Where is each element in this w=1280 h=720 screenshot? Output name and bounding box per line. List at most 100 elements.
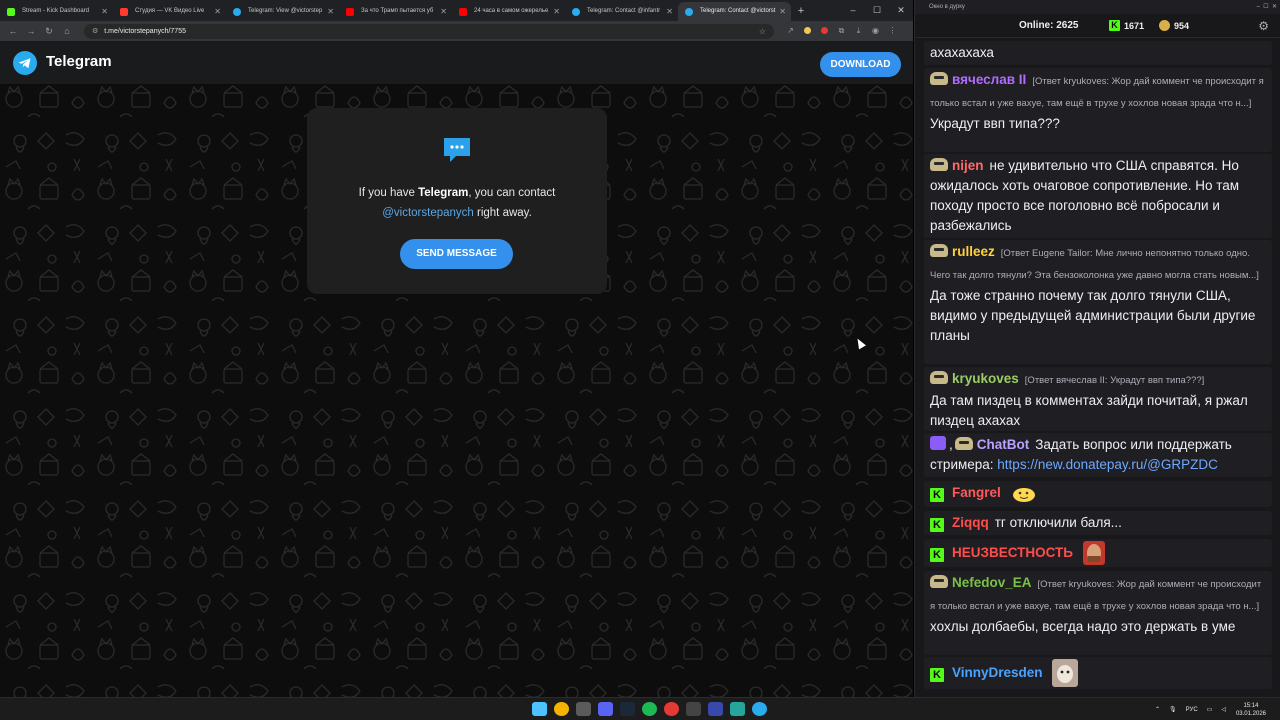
- tab-kick-dashboard[interactable]: Stream - Kick Dashboard ✕: [0, 2, 113, 21]
- kick-logo-icon: K: [1109, 20, 1120, 31]
- close-tab-icon[interactable]: ✕: [101, 2, 108, 21]
- new-tab-button[interactable]: +: [791, 2, 811, 21]
- browser-window: Stream - Kick Dashboard ✕ Студия — VK Ви…: [0, 0, 913, 697]
- app-gray-icon[interactable]: [686, 702, 701, 716]
- start-windows-icon[interactable]: [532, 702, 547, 716]
- telegram-taskbar-icon[interactable]: [752, 702, 767, 716]
- system-clock[interactable]: 15:14 03.01.2026: [1236, 702, 1266, 718]
- chat-username[interactable]: вячеслав II: [952, 72, 1026, 87]
- contact-text-prefix: If you have: [358, 187, 419, 199]
- toolbar-icons: ↗ ⧉ ⤓ ◉ ⋮: [782, 26, 901, 36]
- extension-yellow-icon[interactable]: [799, 26, 816, 36]
- coin-icon: [1159, 20, 1170, 31]
- close-window-button[interactable]: ✕: [889, 0, 913, 20]
- close-tab-icon[interactable]: ✕: [440, 2, 447, 21]
- back-arrow-icon[interactable]: ←: [4, 26, 22, 36]
- chat-message: rulleez [Ответ Eugene Tailor: Мне лично н…: [924, 240, 1272, 364]
- telegram-logo-icon[interactable]: [13, 51, 37, 75]
- kick-badge-icon: K: [930, 488, 944, 502]
- chat-username[interactable]: Ziqqq: [952, 515, 989, 530]
- network-icon[interactable]: ▭: [1207, 706, 1213, 713]
- spotify-icon[interactable]: [642, 702, 657, 716]
- chat-username[interactable]: rulleez: [952, 244, 995, 259]
- message-text: Да тоже странно почему так долго тянули …: [930, 288, 1256, 343]
- app-window-icon[interactable]: [576, 702, 591, 716]
- tab-telegram-contact-victorst[interactable]: Telegram: Contact @victorst ✕: [678, 2, 791, 21]
- app-blue-icon[interactable]: [708, 702, 723, 716]
- chat-window-controls[interactable]: – ☐ ✕: [1257, 0, 1277, 14]
- tab-telegram-view[interactable]: Telegram: View @victorstep ✕: [226, 2, 339, 21]
- close-tab-icon[interactable]: ✕: [553, 2, 560, 21]
- tab-vk-studio[interactable]: Студия — VK Видео Live ✕: [113, 2, 226, 21]
- chat-username[interactable]: НЕUЗВЕСТНОСТЬ: [952, 545, 1073, 560]
- telegram-web-page: Telegram DOWNLOAD If you have Telegram, …: [0, 41, 913, 697]
- download-icon[interactable]: ⤓: [850, 26, 867, 36]
- send-message-button[interactable]: SEND MESSAGE: [400, 239, 513, 269]
- window-controls: – ☐ ✕: [841, 0, 913, 20]
- subscriber-badge-icon: [930, 158, 948, 171]
- tray-chevron-icon[interactable]: ⌃: [1155, 706, 1160, 713]
- clock-time: 15:14: [1243, 702, 1259, 709]
- subscriber-badge-icon: [954, 437, 973, 450]
- chat-bubble-icon: [444, 138, 470, 162]
- telegram-favicon-icon: [233, 8, 241, 16]
- stream-chat-window: Окно в дурку – ☐ ✕ Online: 2625 K 1671 95…: [914, 0, 1280, 697]
- chrome-icon[interactable]: [554, 702, 569, 716]
- language-indicator[interactable]: РУС: [1186, 707, 1198, 713]
- tab-title: Студия — VK Видео Live: [135, 8, 205, 14]
- bookmark-star-icon[interactable]: ☆: [759, 24, 766, 39]
- profile-icon[interactable]: ◉: [867, 26, 884, 36]
- donation-link[interactable]: https://new.donatepay.ru/@GRPZDC: [997, 457, 1218, 472]
- close-tab-icon[interactable]: ✕: [779, 2, 786, 21]
- download-button[interactable]: DOWNLOAD: [820, 52, 901, 77]
- chat-message: nijen не удивительно что США справятся. Н…: [924, 154, 1272, 238]
- extension-red-icon[interactable]: [816, 26, 833, 36]
- discord-icon[interactable]: [598, 702, 613, 716]
- volume-icon[interactable]: ◁: [1221, 706, 1226, 713]
- youtube-favicon-icon: [346, 8, 354, 16]
- maximize-button[interactable]: ☐: [865, 0, 889, 20]
- tab-youtube-trump[interactable]: За что Трамп пытается уб ✕: [339, 2, 452, 21]
- coin-stat: 954: [1159, 20, 1189, 31]
- message-text: Украдут ввп типа???: [930, 116, 1060, 131]
- app-teal-icon[interactable]: [730, 702, 745, 716]
- chat-username[interactable]: nijen: [952, 158, 984, 173]
- chat-username[interactable]: Nefedov_EA: [952, 575, 1032, 590]
- address-bar[interactable]: ⚙ t.me/victorstepanych/7755 ☆: [84, 23, 774, 39]
- microphone-icon[interactable]: 🎙: [1169, 706, 1177, 713]
- menu-kebab-icon[interactable]: ⋮: [884, 26, 901, 36]
- forward-arrow-icon[interactable]: →: [22, 26, 40, 36]
- minimize-button[interactable]: –: [841, 0, 865, 20]
- subscriber-badge-icon: [930, 575, 948, 588]
- clock-date: 03.01.2026: [1235, 710, 1266, 717]
- contact-card: If you have Telegram, you can contact @v…: [307, 108, 607, 294]
- chat-username[interactable]: ChatBot: [977, 437, 1030, 452]
- extensions-puzzle-icon[interactable]: ⧉: [833, 26, 850, 36]
- chat-username[interactable]: kryukoves: [952, 371, 1019, 386]
- subscriber-badge-icon: [930, 371, 948, 384]
- site-info-icon[interactable]: ⚙: [92, 27, 98, 35]
- telegram-brand-name[interactable]: Telegram: [46, 53, 112, 70]
- chat-username[interactable]: Fangrel: [952, 485, 1001, 500]
- close-tab-icon[interactable]: ✕: [666, 2, 673, 21]
- tab-telegram-contact-infantr[interactable]: Telegram: Contact @infantr ✕: [565, 2, 678, 21]
- obs-icon[interactable]: [664, 702, 679, 716]
- subscriber-badge-icon: [930, 244, 948, 257]
- tab-title: Telegram: Contact @infantr: [587, 8, 661, 14]
- animal-photo-emote-icon: [1052, 659, 1079, 687]
- extension-arrow-icon[interactable]: ↗: [782, 26, 799, 36]
- steam-icon[interactable]: [620, 702, 635, 716]
- close-tab-icon[interactable]: ✕: [327, 2, 334, 21]
- tab-youtube-24h[interactable]: 24 часа в самом ожерелье ✕: [452, 2, 565, 21]
- chat-settings-gear-icon[interactable]: ⚙: [1258, 19, 1269, 33]
- contact-message: If you have Telegram, you can contact @v…: [307, 184, 607, 223]
- reload-icon[interactable]: ↻: [40, 26, 58, 37]
- chat-username[interactable]: VinnyDresden: [952, 665, 1043, 680]
- coin-count: 954: [1174, 20, 1190, 31]
- chat-message: вячеслав II [Ответ kryukoves: Жор дай ком…: [924, 68, 1272, 152]
- home-icon[interactable]: ⌂: [58, 26, 76, 36]
- url-text: t.me/victorstepanych/7755: [104, 27, 186, 35]
- contact-handle-link[interactable]: @victorstepanych: [382, 207, 474, 219]
- close-tab-icon[interactable]: ✕: [214, 2, 221, 21]
- telegram-favicon-icon: [685, 8, 693, 16]
